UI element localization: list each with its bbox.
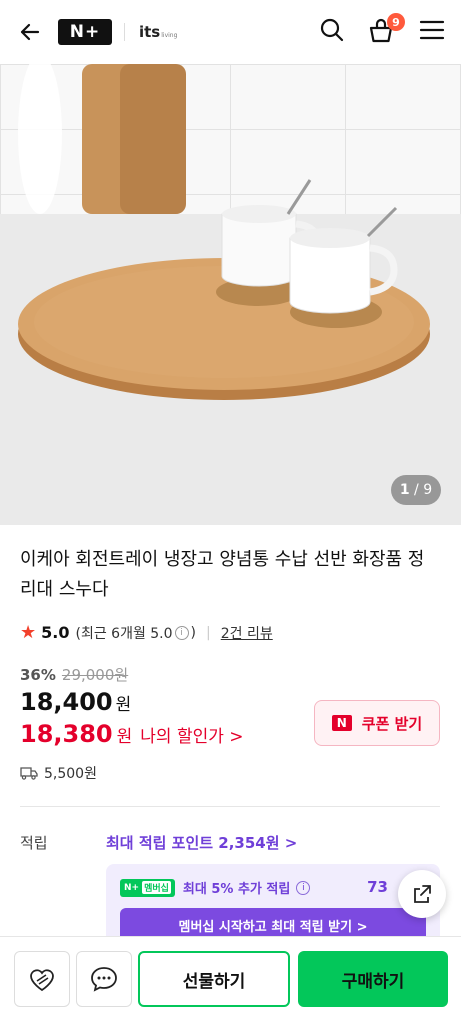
buy-button[interactable]: 구매하기	[298, 951, 448, 1007]
sale-price-unit: 원	[115, 695, 132, 715]
gift-button[interactable]: 선물하기	[138, 951, 290, 1007]
sale-price: 18,400 원	[20, 688, 131, 716]
store-logo-text: its	[139, 23, 161, 41]
my-discount-label: 나의 할인가 >	[140, 727, 244, 747]
bottom-action-bar: 선물하기 구매하기	[0, 936, 461, 1024]
search-icon[interactable]	[319, 17, 345, 47]
coupon-button[interactable]: N 쿠폰 받기	[314, 700, 440, 746]
gallery-total: 9	[423, 482, 433, 498]
info-icon[interactable]: i	[174, 625, 189, 640]
membership-chip-label: 멤버십	[142, 881, 171, 894]
truck-icon	[20, 767, 38, 780]
original-price: 29,000원	[61, 666, 129, 684]
zzim-button[interactable]	[14, 951, 70, 1007]
product-title: 이케아 회전트레이 냉장고 양념통 수납 선반 화장품 정리대 스누다	[20, 549, 425, 600]
recent-rating-close: )	[190, 624, 197, 641]
max-points-link[interactable]: 최대 적립 포인트 2,354원 >	[106, 832, 297, 853]
naver-n-icon: N	[331, 715, 352, 731]
points-label: 적립	[20, 834, 48, 852]
sale-price-value: 18,400	[20, 688, 113, 716]
gallery-separator: /	[414, 482, 419, 498]
membership-row: N+ 멤버십 최대 5% 추가 적립 i	[120, 878, 311, 897]
back-arrow-icon[interactable]	[16, 18, 44, 46]
naver-plus-logo[interactable]: N+	[58, 19, 112, 45]
store-logo-sub: living	[161, 32, 178, 39]
star-icon: ★	[20, 622, 37, 643]
discount-rate: 36%	[20, 666, 56, 684]
gallery-counter: 1 / 9	[391, 475, 441, 505]
rating-score: 5.0	[41, 623, 70, 642]
shipping-fee: 5,500원	[44, 766, 97, 782]
membership-points: 73	[367, 878, 388, 896]
my-discount-price[interactable]: 18,380 원 나의 할인가 >	[20, 720, 244, 748]
store-logo[interactable]: itsliving	[139, 23, 177, 41]
review-link[interactable]: 2건 리뷰	[221, 623, 273, 643]
my-discount-price-value: 18,380	[20, 720, 113, 748]
cart-count-badge: 9	[387, 13, 405, 31]
chat-icon	[91, 967, 117, 992]
membership-chip-brand: N+	[124, 882, 140, 893]
section-divider	[20, 806, 440, 807]
my-discount-price-unit: 원	[116, 727, 133, 747]
recent-rating: (최근 6개월 5.0	[75, 625, 173, 642]
info-icon[interactable]: i	[296, 880, 311, 895]
top-header: N+ itsliving 9	[0, 0, 461, 64]
heart-link-icon	[30, 969, 54, 992]
talk-button[interactable]	[76, 951, 132, 1007]
product-image-gallery[interactable]: 1 / 9	[0, 64, 461, 525]
coupon-label: 쿠폰 받기	[361, 714, 423, 733]
share-icon	[414, 885, 431, 903]
gallery-current: 1	[399, 482, 410, 498]
shipping-row: 5,500원	[20, 763, 97, 783]
header-divider	[124, 23, 125, 41]
discount-row: 36% 29,000원	[20, 664, 128, 685]
cart-button[interactable]: 9	[367, 13, 405, 47]
membership-chip: N+ 멤버십	[120, 878, 175, 897]
rating-row: ★ 5.0 (최근 6개월 5.0 i ) | 2건 리뷰	[20, 622, 273, 643]
product-photo	[0, 64, 461, 525]
share-button[interactable]	[398, 870, 446, 918]
menu-icon[interactable]	[419, 19, 445, 45]
rating-separator: |	[206, 624, 211, 641]
membership-text: 최대 5% 추가 적립	[182, 882, 291, 897]
